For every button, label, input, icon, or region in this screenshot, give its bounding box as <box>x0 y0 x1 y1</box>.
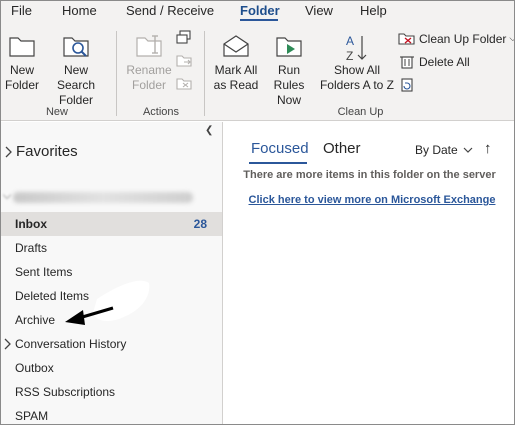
delete-all-icon <box>400 56 414 69</box>
message-list: Focused Other By Date ↑ There are more i… <box>224 122 514 424</box>
folder-rss-subscriptions[interactable]: RSS Subscriptions <box>1 380 222 404</box>
folder-pane: ❮ Favorites Inbox 28 Drafts Sent Items D… <box>1 122 223 424</box>
chevron-down-icon <box>463 147 473 153</box>
move-folder-button[interactable] <box>175 52 193 72</box>
move-folder-icon <box>176 55 192 67</box>
recover-deleted-items-icon <box>401 78 413 92</box>
mark-all-label-1: Mark All <box>214 63 258 77</box>
tab-home[interactable]: Home <box>62 3 97 18</box>
chevron-down-icon[interactable] <box>2 190 12 200</box>
delete-all-button[interactable]: Delete All <box>398 54 470 69</box>
clean-up-folder-label: Clean Up Folder <box>419 31 507 46</box>
folder-spam[interactable]: SPAM <box>1 404 222 424</box>
clean-up-folder-icon <box>398 33 415 45</box>
show-all-label-2: Folders A to Z <box>319 78 395 92</box>
group-separator <box>204 31 205 116</box>
tab-view[interactable]: View <box>305 3 333 18</box>
delete-folder-button[interactable] <box>175 75 193 95</box>
focused-tab-indicator <box>249 162 307 164</box>
folder-label: Deleted Items <box>15 289 90 303</box>
chevron-right-icon[interactable] <box>4 338 12 350</box>
rename-folder-icon <box>136 35 162 57</box>
unread-count-badge: 28 <box>193 217 207 231</box>
new-search-folder-label-1: New Search <box>56 63 96 92</box>
rename-folder-label-2: Folder <box>131 78 166 92</box>
rename-folder-button[interactable]: Rename Folder <box>123 33 175 93</box>
mark-all-label-2: as Read <box>213 78 259 92</box>
favorites-header[interactable]: Favorites <box>5 143 78 160</box>
new-folder-label-1: New <box>9 63 34 77</box>
folder-archive[interactable]: Archive <box>1 308 222 332</box>
folder-label: Archive <box>15 313 56 327</box>
folder-label: Conversation History <box>15 337 127 351</box>
delete-all-label: Delete All <box>419 54 470 69</box>
open-envelope-icon <box>223 35 249 57</box>
sort-by-label: By Date <box>415 143 458 157</box>
folder-label: SPAM <box>15 409 49 423</box>
group-separator <box>116 31 117 116</box>
folder-label: Outbox <box>15 361 54 375</box>
clean-up-folder-button[interactable]: Clean Up Folder ⌵ <box>398 31 514 46</box>
run-rules-now-button[interactable]: Run Rules Now <box>261 33 317 108</box>
tab-send-receive[interactable]: Send / Receive <box>126 3 214 18</box>
run-rules-label-1: Run Rules <box>273 63 305 92</box>
recover-deleted-items-button[interactable] <box>398 76 416 96</box>
folder-deleted-items[interactable]: Deleted Items <box>1 284 222 308</box>
svg-text:Z: Z <box>346 49 353 63</box>
new-search-folder-button[interactable]: New Search Folder <box>44 33 108 108</box>
delete-folder-icon <box>176 78 192 90</box>
tab-focused[interactable]: Focused <box>251 140 309 157</box>
sort-direction-arrow-icon[interactable]: ↑ <box>484 140 492 157</box>
copy-folder-icon <box>176 30 191 44</box>
favorites-label: Favorites <box>16 143 78 160</box>
folder-label: Drafts <box>15 241 48 255</box>
tab-file[interactable]: File <box>11 3 32 18</box>
folder-outbox[interactable]: Outbox <box>1 356 222 380</box>
sort-a-to-z-icon: A Z <box>346 34 367 63</box>
folder-sent-items[interactable]: Sent Items <box>1 260 222 284</box>
copy-folder-button[interactable] <box>175 29 193 49</box>
chevron-right-icon <box>5 146 12 157</box>
search-folder-icon <box>63 37 89 57</box>
svg-text:A: A <box>346 34 354 48</box>
folder-label: Sent Items <box>15 265 73 279</box>
collapse-pane-icon[interactable]: ❮ <box>205 125 213 136</box>
group-label-clean-up: Clean Up <box>337 106 384 118</box>
tab-folder[interactable]: Folder <box>240 3 280 18</box>
new-folder-icon <box>9 37 35 57</box>
ribbon-tab-bar: File Home Send / Receive Folder View Hel… <box>1 1 514 21</box>
folder-label: RSS Subscriptions <box>15 385 116 399</box>
folder-inbox[interactable]: Inbox 28 <box>1 212 222 236</box>
show-all-folders-button[interactable]: A Z Show All Folders A to Z <box>317 33 397 93</box>
group-label-actions: Actions <box>142 106 180 118</box>
chevron-down-icon: ⌵ <box>509 33 514 44</box>
sort-by-dropdown[interactable]: By Date <box>415 143 473 157</box>
new-folder-button[interactable]: New Folder <box>4 33 40 93</box>
mark-all-as-read-button[interactable]: Mark All as Read <box>210 33 262 93</box>
folder-conversation-history[interactable]: Conversation History <box>1 332 222 356</box>
ribbon: New Folder New Search Folder New Rename … <box>1 21 514 121</box>
tab-other[interactable]: Other <box>323 140 361 157</box>
account-name-blurred[interactable] <box>13 192 193 203</box>
folder-drafts[interactable]: Drafts <box>1 236 222 260</box>
group-label-new: New <box>45 106 68 118</box>
view-on-exchange-link[interactable]: Click here to view more on Microsoft Exc… <box>237 194 507 206</box>
outlook-window: File Home Send / Receive Folder View Hel… <box>0 0 515 425</box>
folder-label: Inbox <box>15 217 47 231</box>
tab-help[interactable]: Help <box>360 3 387 18</box>
server-items-notice: There are more items in this folder on t… <box>243 169 496 181</box>
rename-folder-label-1: Rename <box>126 63 172 77</box>
new-folder-label-2: Folder <box>4 78 39 92</box>
run-rules-icon <box>276 37 302 57</box>
show-all-label-1: Show All <box>333 63 381 77</box>
